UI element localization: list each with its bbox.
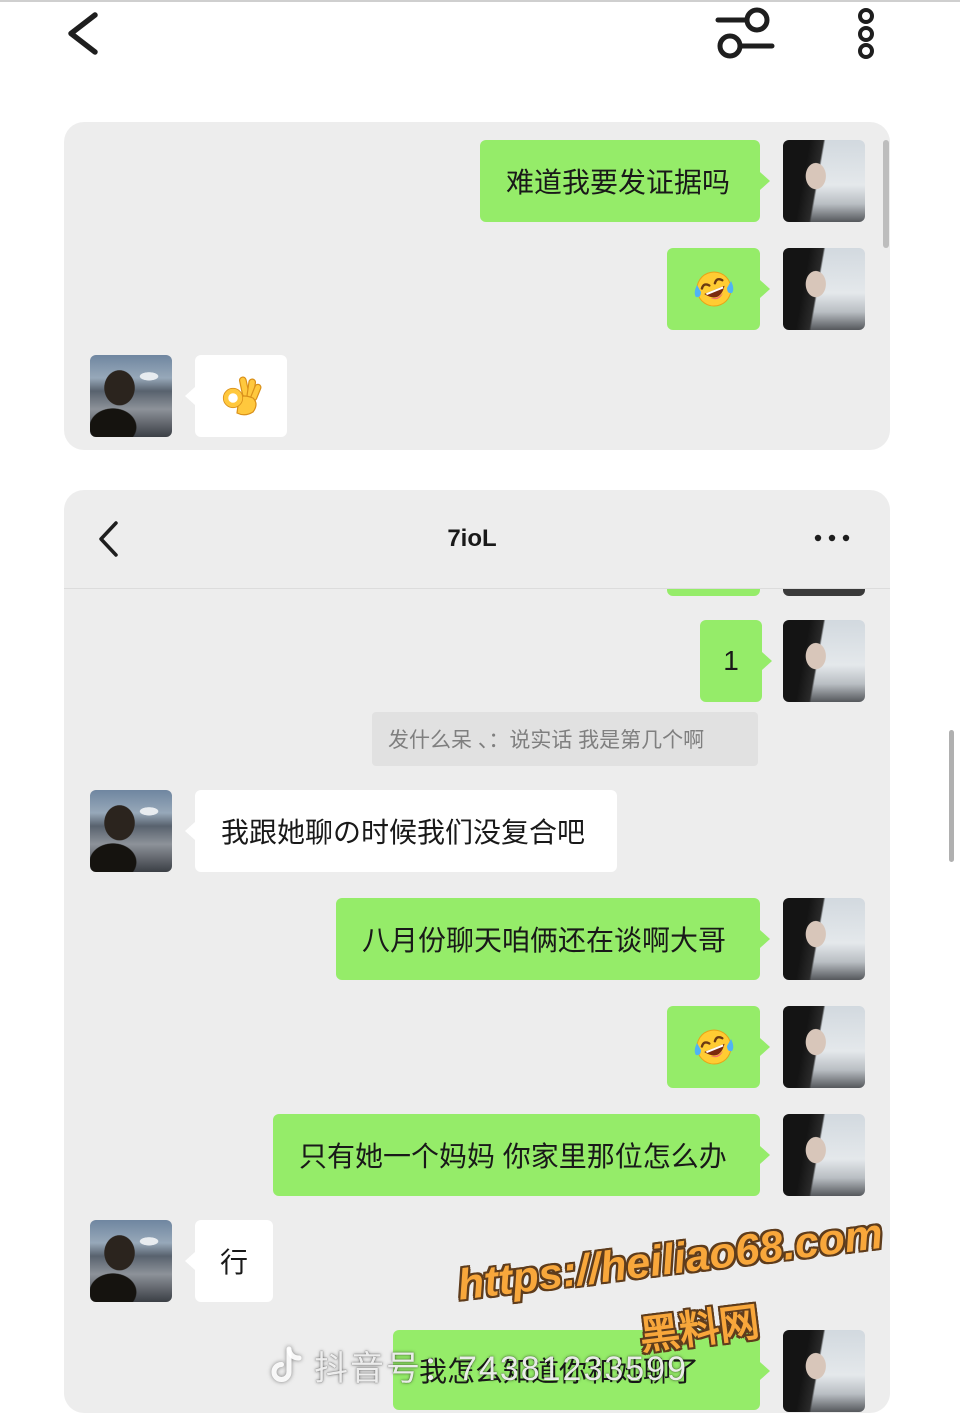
avatar xyxy=(783,589,865,596)
sliders-icon xyxy=(715,7,775,59)
chat-screenshot-1: 难道我要发证据吗 xyxy=(64,122,890,450)
quoted-message[interactable]: 发什么呆 、：说实话 我是第几个啊 xyxy=(372,712,758,766)
received-message[interactable]: 我跟她聊の时候我们没复合吧 xyxy=(185,790,617,872)
page-scrollbar[interactable] xyxy=(949,730,954,862)
more-button[interactable] xyxy=(848,4,884,64)
message-text: 行 xyxy=(219,1247,248,1278)
douyin-id-text: 抖音号：74381233599 xyxy=(314,1349,689,1388)
avatar[interactable] xyxy=(783,140,865,222)
douyin-watermark: 抖音号：74381233599 xyxy=(270,1340,688,1390)
avatar[interactable] xyxy=(90,790,172,872)
quote-text: 发什么呆 、：说实话 我是第几个啊 xyxy=(388,729,705,752)
top-border xyxy=(0,0,960,2)
sent-message[interactable]: 难道我要发证据吗 xyxy=(480,140,770,222)
header-divider xyxy=(64,588,890,589)
sent-message[interactable]: 八月份聊天咱俩还在谈啊大哥 xyxy=(336,898,770,980)
avatar[interactable] xyxy=(783,1330,865,1412)
more-horizontal-icon xyxy=(814,534,850,542)
received-message[interactable]: 行 xyxy=(185,1220,273,1302)
ok-hand-emoji xyxy=(222,376,262,416)
avatar[interactable] xyxy=(90,355,172,437)
sent-message[interactable] xyxy=(667,248,770,330)
avatar[interactable] xyxy=(783,620,865,702)
sent-message[interactable]: 只有她一个妈妈 你家里那位怎么办 xyxy=(273,1114,770,1196)
avatar[interactable] xyxy=(783,1114,865,1196)
sent-message[interactable]: 1 xyxy=(700,620,772,702)
message-text: 只有她一个妈妈 你家里那位怎么办 xyxy=(299,1141,727,1172)
more-vertical-icon xyxy=(858,8,874,59)
back-chevron-icon xyxy=(68,12,98,55)
scrollbar[interactable] xyxy=(883,140,889,248)
douyin-logo-icon xyxy=(271,1346,302,1382)
message-text: 难道我要发证据吗 xyxy=(506,167,731,198)
tears-of-joy-emoji xyxy=(694,271,733,307)
message-text: 1 xyxy=(723,645,739,676)
avatar[interactable] xyxy=(783,248,865,330)
sent-message[interactable] xyxy=(667,1006,770,1088)
avatar[interactable] xyxy=(783,1006,865,1088)
avatar[interactable] xyxy=(90,1220,172,1302)
sent-message xyxy=(667,589,760,596)
chat-more-button[interactable] xyxy=(810,530,854,546)
filter-button[interactable] xyxy=(710,2,780,64)
tears-of-joy-emoji xyxy=(694,1029,733,1065)
chat-title: 7ioL xyxy=(447,525,497,552)
avatar[interactable] xyxy=(783,898,865,980)
received-message[interactable] xyxy=(185,355,287,437)
message-text: 我跟她聊の时候我们没复合吧 xyxy=(221,817,586,848)
message-text: 八月份聊天咱俩还在谈啊大哥 xyxy=(362,925,727,956)
back-button[interactable] xyxy=(62,6,106,60)
